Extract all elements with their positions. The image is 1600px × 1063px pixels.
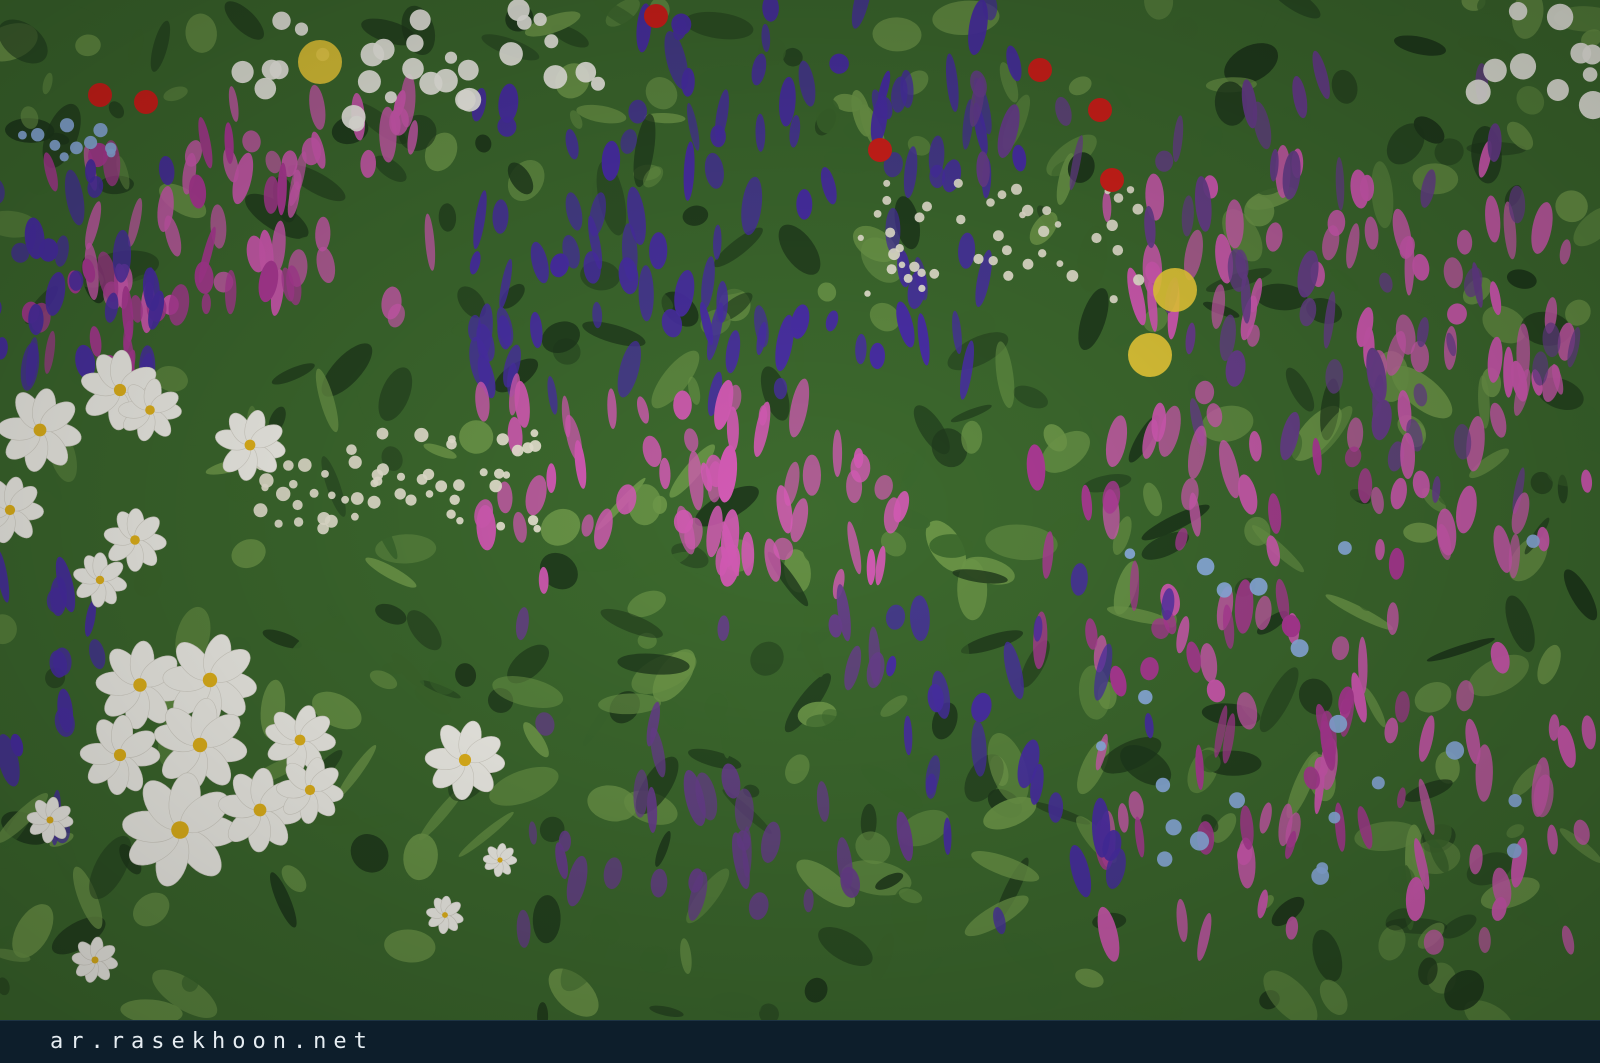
flower-garden-illustration bbox=[0, 0, 1600, 1020]
watermark-bar: ar.rasekhoon.net bbox=[0, 1020, 1600, 1063]
vignette bbox=[0, 0, 1600, 1020]
flower-garden-photo bbox=[0, 0, 1600, 1020]
watermark-text: ar.rasekhoon.net bbox=[50, 1029, 374, 1054]
